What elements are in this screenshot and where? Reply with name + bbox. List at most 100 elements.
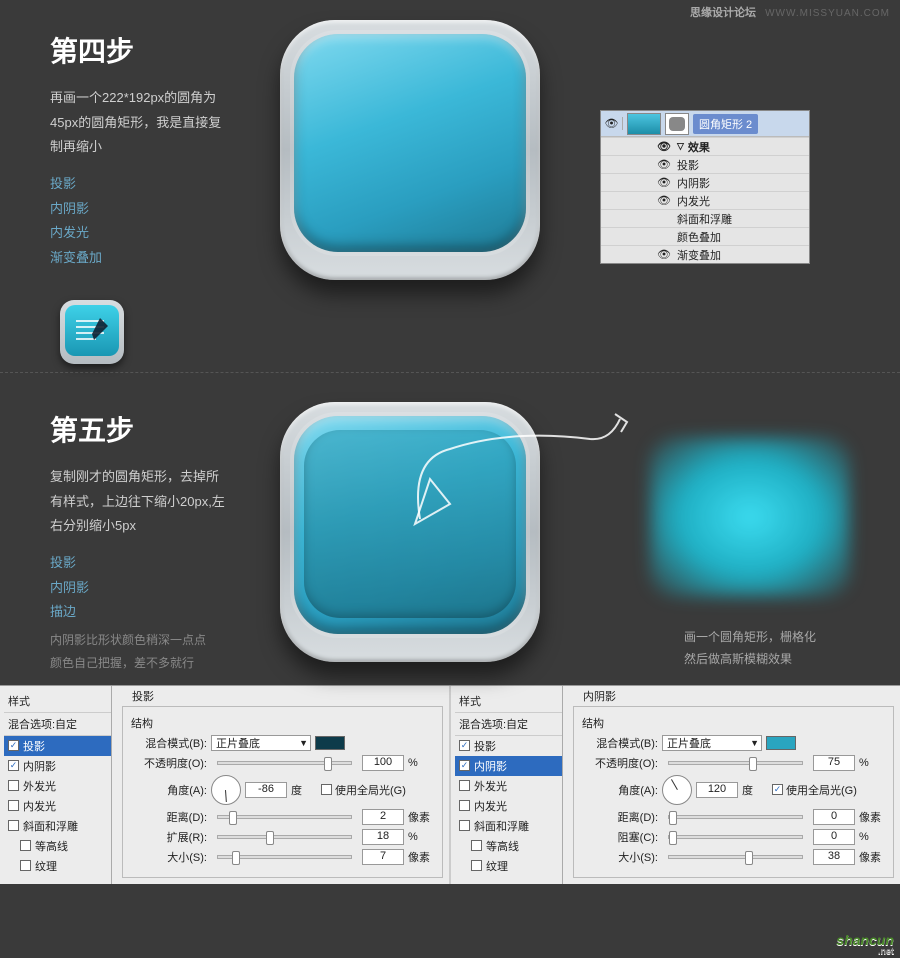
checkbox[interactable] xyxy=(8,780,19,791)
color-swatch[interactable] xyxy=(315,736,345,750)
value-input[interactable]: 7 xyxy=(362,849,404,865)
style-list[interactable]: 样式 混合选项:自定 投影 内阴影 外发光 内发光 斜面和浮雕 等高线 纹理 xyxy=(451,686,563,884)
checkbox[interactable] xyxy=(20,860,31,871)
blend-options-label[interactable]: 混合选项:自定 xyxy=(455,713,562,736)
style-item[interactable]: 纹理 xyxy=(455,856,562,876)
checkbox[interactable] xyxy=(459,760,470,771)
layer-fx-row[interactable]: 👁渐变叠加 xyxy=(601,245,809,263)
style-item[interactable]: 内发光 xyxy=(455,796,562,816)
value-input[interactable]: 38 xyxy=(813,849,855,865)
global-light-checkbox[interactable]: 使用全局光(G) xyxy=(321,782,406,798)
global-light-checkbox[interactable]: 使用全局光(G) xyxy=(772,782,857,798)
visibility-icon[interactable]: 👁 xyxy=(657,158,677,171)
layer-fx-row[interactable]: 👁内阴影 xyxy=(601,173,809,191)
structure-label: 结构 xyxy=(582,715,885,731)
layer-name-label[interactable]: 圆角矩形 2 xyxy=(693,114,758,134)
fx-item: 内阴影 xyxy=(50,576,230,601)
layer-fx-row[interactable]: 斜面和浮雕 xyxy=(601,209,809,227)
checkbox[interactable] xyxy=(20,840,31,851)
angle-control[interactable] xyxy=(211,775,241,805)
unit-label: 度 xyxy=(291,782,317,798)
style-item[interactable]: 斜面和浮雕 xyxy=(455,816,562,836)
checkbox[interactable] xyxy=(8,740,19,751)
style-item[interactable]: 投影 xyxy=(455,736,562,756)
structure-label: 结构 xyxy=(131,715,434,731)
visibility-icon[interactable]: 👁 xyxy=(601,117,623,130)
style-item[interactable]: 外发光 xyxy=(4,776,111,796)
style-list[interactable]: 样式 混合选项:自定 投影 内阴影 外发光 内发光 斜面和浮雕 等高线 纹理 xyxy=(0,686,112,884)
visibility-icon[interactable]: 👁 xyxy=(657,248,677,261)
checkbox[interactable] xyxy=(459,740,470,751)
checkbox[interactable] xyxy=(471,860,482,871)
step4-fx-list: 投影 内阴影 内发光 渐变叠加 xyxy=(50,172,230,271)
value-input[interactable]: 18 xyxy=(362,829,404,845)
value-input[interactable]: 0 xyxy=(813,829,855,845)
slider[interactable] xyxy=(217,761,352,765)
inner-shadow-dialog[interactable]: 样式 混合选项:自定 投影 内阴影 外发光 内发光 斜面和浮雕 等高线 纹理 内… xyxy=(451,686,900,884)
fx-row-label: 效果 xyxy=(688,139,710,155)
visibility-icon[interactable]: 👁 xyxy=(657,140,677,153)
layer-fx-row[interactable]: 👁投影 xyxy=(601,155,809,173)
slider[interactable] xyxy=(668,835,803,839)
style-item-label: 内发光 xyxy=(474,798,507,814)
style-item[interactable]: 外发光 xyxy=(455,776,562,796)
slider[interactable] xyxy=(217,855,352,859)
layers-panel[interactable]: 👁 圆角矩形 2 👁▽效果👁投影👁内阴影👁内发光斜面和浮雕颜色叠加👁渐变叠加 xyxy=(600,110,810,264)
style-item[interactable]: 等高线 xyxy=(455,836,562,856)
style-item[interactable]: 投影 xyxy=(4,736,111,756)
layer-fx-row[interactable]: 颜色叠加 xyxy=(601,227,809,245)
field-row: 不透明度(O): 75 % xyxy=(582,755,885,771)
triangle-icon[interactable]: ▽ xyxy=(677,141,684,152)
fx-item: 投影 xyxy=(50,551,230,576)
value-input[interactable]: -86 xyxy=(245,782,287,798)
visibility-icon[interactable]: 👁 xyxy=(657,176,677,189)
color-swatch[interactable] xyxy=(766,736,796,750)
value-input[interactable]: 2 xyxy=(362,809,404,825)
value-input[interactable]: 120 xyxy=(696,782,738,798)
field-label: 混合模式(B): xyxy=(582,735,658,751)
slider[interactable] xyxy=(668,855,803,859)
watermark: shancun .net xyxy=(836,932,894,956)
checkbox[interactable] xyxy=(459,820,470,831)
field-label: 大小(S): xyxy=(582,849,658,865)
visibility-icon[interactable]: 👁 xyxy=(657,194,677,207)
angle-control[interactable] xyxy=(662,775,692,805)
style-item[interactable]: 内阴影 xyxy=(455,756,562,776)
style-item[interactable]: 纹理 xyxy=(4,856,111,876)
checkbox[interactable] xyxy=(471,840,482,851)
style-item-label: 内阴影 xyxy=(474,758,507,774)
drop-shadow-dialog[interactable]: 样式 混合选项:自定 投影 内阴影 外发光 内发光 斜面和浮雕 等高线 纹理 投… xyxy=(0,686,451,884)
slider[interactable] xyxy=(668,761,803,765)
blend-mode-select[interactable]: 正片叠底▼ xyxy=(662,735,762,751)
slider[interactable] xyxy=(668,815,803,819)
checkbox[interactable] xyxy=(459,800,470,811)
value-input[interactable]: 0 xyxy=(813,809,855,825)
gaussian-blur-preview xyxy=(650,437,850,597)
fx-row-label: 渐变叠加 xyxy=(677,247,721,263)
style-item-label: 等高线 xyxy=(35,838,68,854)
layer-fx-row[interactable]: 👁内发光 xyxy=(601,191,809,209)
value-input[interactable]: 75 xyxy=(813,755,855,771)
checkbox[interactable] xyxy=(8,800,19,811)
style-item-label: 纹理 xyxy=(35,858,57,874)
field-row: 不透明度(O): 100 % xyxy=(131,755,434,771)
unit-label: 像素 xyxy=(859,849,885,865)
dialog-title: 内阴影 xyxy=(573,688,894,704)
checkbox[interactable] xyxy=(459,780,470,791)
checkbox[interactable] xyxy=(8,820,19,831)
unit-label: 像素 xyxy=(408,809,434,825)
slider[interactable] xyxy=(217,815,352,819)
style-item[interactable]: 等高线 xyxy=(4,836,111,856)
blend-mode-select[interactable]: 正片叠底▼ xyxy=(211,735,311,751)
step4-section: 第四步 再画一个222*192px的圆角为45px的圆角矩形，我是直接复制再缩小… xyxy=(0,0,900,290)
layer-fx-row[interactable]: 👁▽ 效果 xyxy=(601,137,809,155)
blend-options-label[interactable]: 混合选项:自定 xyxy=(4,713,111,736)
style-item[interactable]: 内阴影 xyxy=(4,756,111,776)
checkbox[interactable] xyxy=(8,760,19,771)
slider[interactable] xyxy=(217,835,352,839)
field-row: 大小(S): 38 像素 xyxy=(582,849,885,865)
layer-row[interactable]: 👁 圆角矩形 2 xyxy=(601,111,809,137)
style-item[interactable]: 内发光 xyxy=(4,796,111,816)
value-input[interactable]: 100 xyxy=(362,755,404,771)
style-item[interactable]: 斜面和浮雕 xyxy=(4,816,111,836)
